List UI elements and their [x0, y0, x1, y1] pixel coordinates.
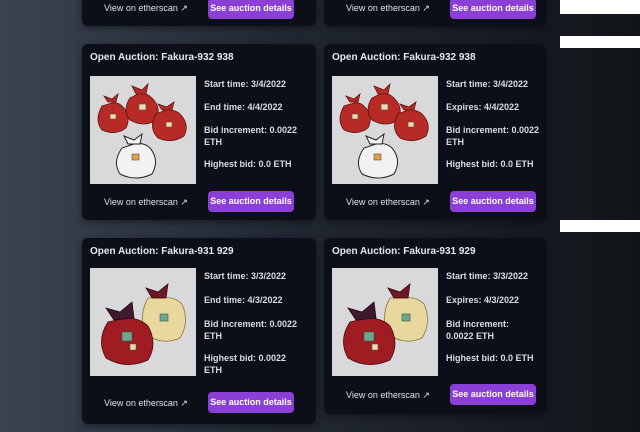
bid-increment: Bid increment: 0.0022 ETH	[204, 319, 298, 341]
auction-nft-image[interactable]	[332, 268, 438, 376]
auction-title: Open Auction: Fakura-931 929	[90, 246, 234, 257]
bid-increment: Bid increment: 0.0022 ETH	[446, 125, 540, 147]
window-edge-artifact	[560, 36, 640, 48]
auction-nft-image[interactable]	[90, 268, 196, 376]
auction-title: Open Auction: Fakura-932 938	[90, 52, 234, 63]
auction-card: Open Auction: Fakura-931 929 Start time:…	[324, 238, 546, 414]
see-auction-details-button[interactable]: See auction details	[208, 392, 294, 413]
start-time: Start time: 3/3/2022	[446, 271, 529, 281]
view-on-etherscan-link[interactable]: View on etherscan ↗	[104, 197, 188, 208]
auction-meta: Start time: 3/3/2022 End time: 4/3/2022 …	[204, 268, 310, 376]
auction-card: View on etherscan ↗ See auction details	[324, 0, 546, 26]
highest-bid: Highest bid: 0.0022 ETH	[204, 353, 287, 375]
view-on-etherscan-link[interactable]: View on etherscan ↗	[346, 197, 430, 208]
auction-card: Open Auction: Fakura-932 938 Start time:…	[324, 44, 546, 220]
end-time: End time: 4/4/2022	[204, 102, 283, 112]
highest-bid: Highest bid: 0.0 ETH	[204, 159, 292, 169]
auction-list-page: View on etherscan ↗ See auction details …	[0, 0, 640, 432]
see-auction-details-button[interactable]: See auction details	[450, 384, 536, 405]
highest-bid: Highest bid: 0.0 ETH	[446, 353, 534, 363]
see-auction-details-button[interactable]: See auction details	[450, 191, 536, 212]
auction-meta: Start time: 3/3/2022 Expires: 4/3/2022 B…	[446, 268, 540, 364]
auction-card: View on etherscan ↗ See auction details	[82, 0, 316, 26]
view-on-etherscan-link[interactable]: View on etherscan ↗	[346, 390, 430, 401]
start-time: Start time: 3/4/2022	[446, 79, 529, 89]
see-auction-details-button[interactable]: See auction details	[208, 0, 294, 19]
auction-card: Open Auction: Fakura-932 938 Start time:…	[82, 44, 316, 220]
view-on-etherscan-link[interactable]: View on etherscan ↗	[104, 398, 188, 409]
red-bags-artwork	[90, 76, 196, 184]
start-time: Start time: 3/3/2022	[204, 271, 287, 281]
bags-artwork	[90, 268, 196, 376]
start-time: Start time: 3/4/2022	[204, 79, 287, 89]
auction-nft-image[interactable]	[332, 76, 438, 184]
auction-title: Open Auction: Fakura-931 929	[332, 246, 476, 257]
window-edge-artifact	[560, 0, 640, 14]
auction-card: Open Auction: Fakura-931 929 Start time:…	[82, 238, 316, 424]
red-bags-artwork	[332, 76, 438, 184]
end-time: Expires: 4/3/2022	[446, 295, 520, 305]
bid-increment: Bid increment: 0.0022 ETH	[446, 319, 510, 341]
auction-nft-image[interactable]	[90, 76, 196, 184]
auction-meta: Start time: 3/4/2022 End time: 4/4/2022 …	[204, 76, 310, 170]
window-edge-artifact	[560, 220, 640, 232]
auction-title: Open Auction: Fakura-932 938	[332, 52, 476, 63]
end-time: Expires: 4/4/2022	[446, 102, 520, 112]
view-on-etherscan-link[interactable]: View on etherscan ↗	[104, 3, 188, 14]
view-on-etherscan-link[interactable]: View on etherscan ↗	[346, 3, 430, 14]
see-auction-details-button[interactable]: See auction details	[450, 0, 536, 19]
highest-bid: Highest bid: 0.0 ETH	[446, 159, 534, 169]
bags-artwork	[332, 268, 438, 376]
auction-meta: Start time: 3/4/2022 Expires: 4/4/2022 B…	[446, 76, 540, 170]
end-time: End time: 4/3/2022	[204, 295, 283, 305]
bid-increment: Bid increment: 0.0022 ETH	[204, 125, 298, 147]
see-auction-details-button[interactable]: See auction details	[208, 191, 294, 212]
